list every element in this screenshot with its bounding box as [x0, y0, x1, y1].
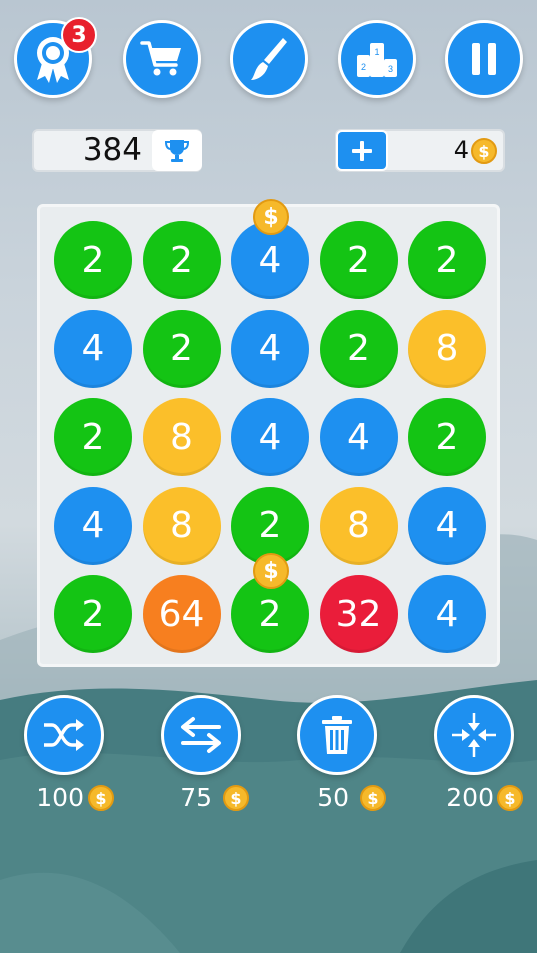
tile[interactable]: 8 [408, 309, 486, 388]
pause-button[interactable] [445, 20, 523, 98]
coin-display: 4 $ [335, 129, 505, 172]
tile-coin-icon: $ [253, 199, 289, 235]
shuffle-cost: 100 [36, 783, 84, 812]
tile[interactable]: 2 [142, 309, 221, 388]
delete-cost: 50 [317, 783, 349, 812]
trash-icon [322, 716, 352, 754]
svg-text:1: 1 [374, 47, 379, 57]
tile[interactable]: 8 [319, 486, 398, 565]
coin-icon: $ [471, 138, 497, 164]
score-value: 384 [82, 132, 142, 168]
podium-icon: 1 2 3 [357, 43, 397, 77]
notification-badge: 3 [61, 17, 97, 53]
coin-icon: $ [223, 785, 249, 811]
leaderboard-button[interactable]: 1 2 3 [338, 20, 416, 98]
collapse-arrows-icon [452, 713, 496, 757]
cart-icon [140, 41, 181, 76]
tile[interactable]: 4 [54, 309, 132, 388]
best-score-button[interactable] [152, 130, 202, 171]
tile[interactable]: 2 [319, 309, 398, 388]
coin-count: 4 [453, 136, 469, 164]
coin-icon: $ [360, 785, 386, 811]
svg-text:3: 3 [388, 64, 393, 74]
swap-cost: 75 [180, 783, 212, 812]
add-coins-button[interactable] [336, 130, 388, 171]
tile[interactable]: 2 [408, 398, 486, 476]
tile[interactable]: 2 [54, 221, 132, 299]
shuffle-button[interactable] [24, 695, 104, 775]
delete-button[interactable] [297, 695, 377, 775]
coin-icon: $ [88, 785, 114, 811]
tile[interactable]: 64 [142, 575, 221, 653]
shuffle-icon [44, 719, 84, 751]
pause-icon [472, 43, 496, 75]
tile[interactable]: 4 [408, 486, 486, 565]
svg-text:2: 2 [361, 62, 366, 72]
tile[interactable]: 4 [408, 575, 486, 653]
tile-coin-icon: $ [253, 553, 289, 589]
score-display: 384 [32, 129, 202, 172]
tile[interactable]: 4 [319, 398, 398, 476]
swap-button[interactable] [161, 695, 241, 775]
collapse-button[interactable] [434, 695, 514, 775]
shop-button[interactable] [123, 20, 201, 98]
tile[interactable]: 2 [54, 575, 132, 653]
game-board: 2 2 4 $2 2 4 2 4 2 8 2 8 4 4 2 4 8 2 8 4 2 64 2 $32 4 [37, 199, 500, 667]
coin-icon: $ [497, 785, 523, 811]
tile[interactable]: 8 [142, 486, 221, 565]
tile[interactable]: 2 [54, 398, 132, 476]
trophy-icon [164, 139, 190, 162]
swap-arrows-icon [181, 717, 221, 753]
collapse-cost: 200 [446, 783, 494, 812]
tile[interactable]: 8 [142, 398, 221, 476]
theme-button[interactable] [230, 20, 308, 98]
tile[interactable]: 2 [319, 221, 398, 299]
tile[interactable]: 2 [408, 221, 486, 299]
brush-icon [251, 38, 287, 80]
tile[interactable]: 32 [319, 575, 398, 653]
tile[interactable]: 4 [231, 398, 309, 476]
tile[interactable]: 2 [142, 221, 221, 299]
tile[interactable]: 4 [54, 486, 132, 565]
tile[interactable]: 4 [231, 309, 309, 388]
plus-icon [352, 140, 372, 161]
